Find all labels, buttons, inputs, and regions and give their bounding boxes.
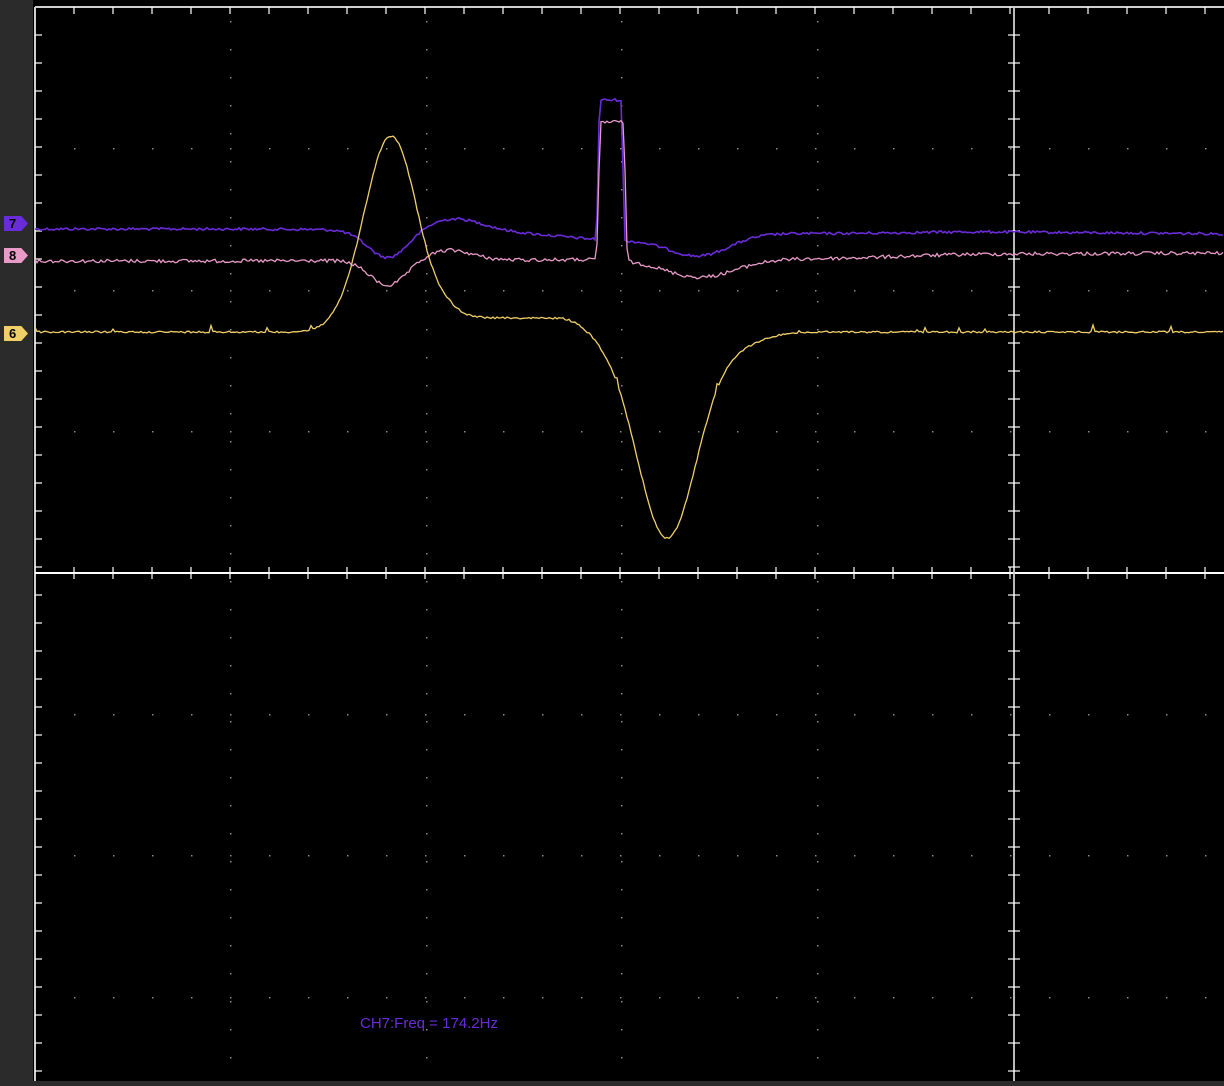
oscilloscope-display: 7 8 6 CH7:Freq = 174.2Hz bbox=[0, 0, 1224, 1081]
left-strip bbox=[0, 0, 33, 1081]
screen-area bbox=[33, 0, 1224, 1081]
waveform-plot bbox=[0, 0, 1224, 1081]
measurement-readout: CH7:Freq = 174.2Hz bbox=[360, 1015, 498, 1032]
